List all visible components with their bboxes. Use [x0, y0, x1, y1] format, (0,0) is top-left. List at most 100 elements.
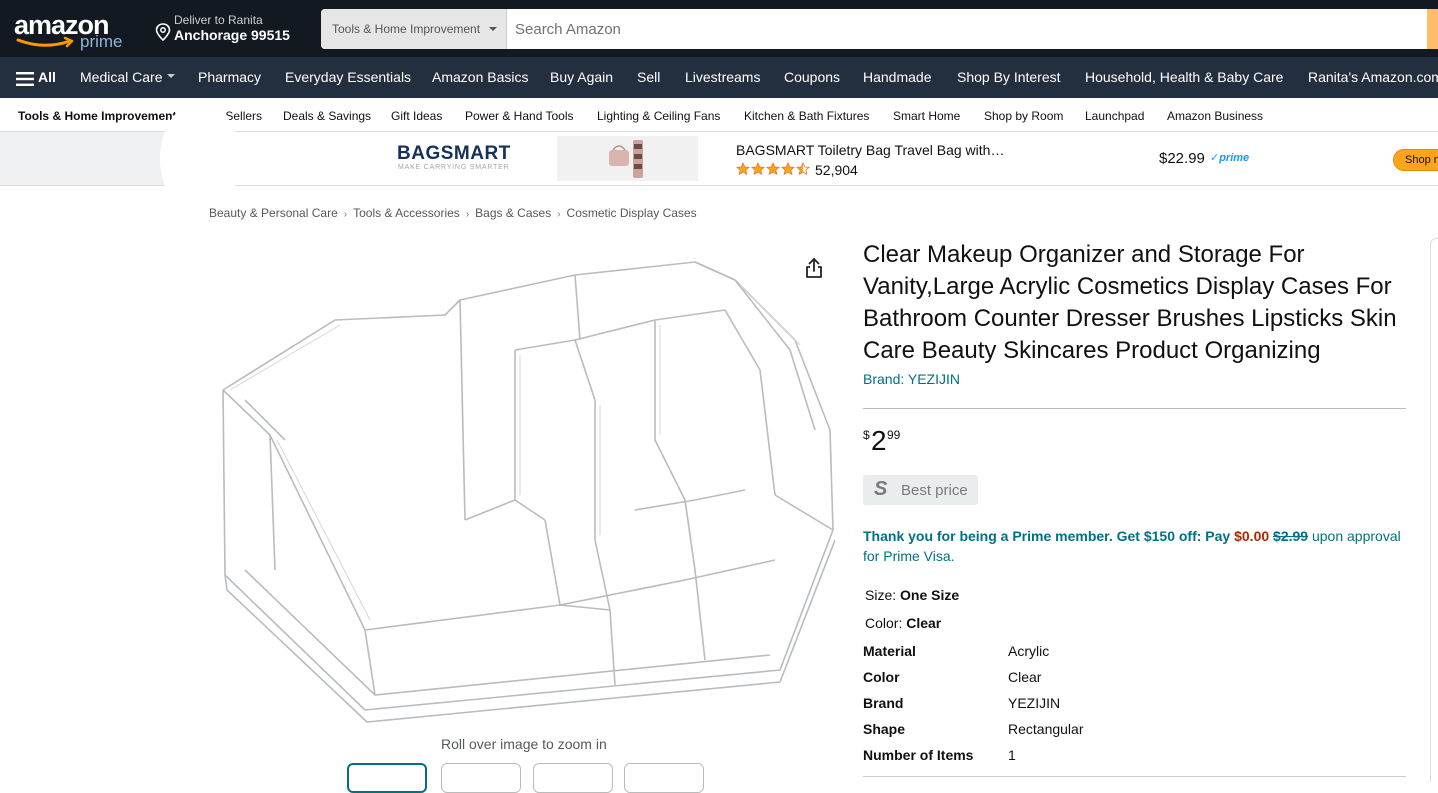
- ad-price: $22.99: [1159, 150, 1205, 167]
- promo-pay-amount: $0.00: [1234, 528, 1270, 544]
- smile-arrow-icon: [16, 36, 74, 48]
- breadcrumb-link[interactable]: Bags & Cases: [475, 206, 551, 220]
- main-product-image[interactable]: [215, 240, 836, 725]
- search-department-label: Tools & Home Improvement: [332, 22, 481, 36]
- toiletry-bag-image: [609, 140, 643, 178]
- chevron-right-icon: ›: [465, 209, 470, 220]
- price-fraction: 99: [887, 428, 901, 442]
- star-rating-icon: [736, 162, 810, 176]
- deliver-to-name: Deliver to Ranita: [174, 13, 263, 27]
- share-icon[interactable]: [804, 257, 824, 279]
- zoom-hint: Roll over image to zoom in: [441, 736, 607, 752]
- nav-item-pharmacy[interactable]: Pharmacy: [198, 69, 261, 85]
- deliver-to-location: Anchorage 99515: [174, 27, 290, 43]
- spec-label: Number of Items: [863, 747, 974, 763]
- nav-item-medical-care[interactable]: Medical Care: [80, 69, 176, 85]
- search-button[interactable]: [1427, 9, 1438, 49]
- deliver-to[interactable]: Deliver to Ranita Anchorage 99515: [155, 13, 305, 45]
- subnav-shop-by-room[interactable]: Shop by Room: [984, 109, 1063, 123]
- nav-item-everyday-essentials[interactable]: Everyday Essentials: [285, 69, 411, 85]
- subnav-deals[interactable]: Deals & Savings: [283, 109, 371, 123]
- ad-product-title[interactable]: BAGSMART Toiletry Bag Travel Bag with…: [736, 142, 1004, 158]
- image-thumbnail[interactable]: [624, 763, 704, 793]
- divider: [863, 408, 1406, 409]
- divider: [863, 776, 1406, 777]
- prime-badge-icon: ✓prime: [1210, 152, 1250, 164]
- nav-item-label: Medical Care: [80, 69, 163, 85]
- breadcrumb-link[interactable]: Tools & Accessories: [353, 206, 460, 220]
- brand-link[interactable]: Brand: YEZIJIN: [863, 371, 960, 387]
- spec-value: Acrylic: [1008, 643, 1050, 659]
- price-whole: 2: [871, 425, 887, 456]
- size-value: One Size: [900, 587, 960, 603]
- spec-value: YEZIJIN: [1008, 695, 1061, 711]
- nav-item-amazon-basics[interactable]: Amazon Basics: [432, 69, 528, 85]
- logo-prime-text: prime: [80, 32, 123, 51]
- color-value: Clear: [906, 615, 942, 631]
- subnav-power-tools[interactable]: Power & Hand Tools: [465, 109, 574, 123]
- nav-item-shop-by-interest[interactable]: Shop By Interest: [957, 69, 1061, 85]
- acrylic-organizer-image: [222, 261, 836, 723]
- sponsored-ad-banner[interactable]: BAGSMART MAKE CARRYING SMARTER BAGSMART …: [0, 102, 1438, 215]
- hamburger-menu-icon[interactable]: [16, 72, 34, 86]
- amazon-prime-logo[interactable]: amazon prime: [14, 10, 132, 52]
- subnav-gift-ideas[interactable]: Gift Ideas: [391, 109, 442, 123]
- main-nav: All Medical Care Pharmacy Everyday Essen…: [0, 57, 1438, 98]
- spec-label: Brand: [863, 695, 904, 711]
- size-selector: Size: One Size: [865, 587, 959, 603]
- nav-item-handmade[interactable]: Handmade: [863, 69, 932, 85]
- spec-value: Clear: [1008, 669, 1042, 685]
- subnav-kitchen-bath[interactable]: Kitchen & Bath Fixtures: [744, 109, 869, 123]
- spec-label: Material: [863, 643, 916, 659]
- image-thumbnail[interactable]: [347, 763, 427, 793]
- ad-rating-count[interactable]: 52,904: [815, 162, 858, 178]
- nav-item-coupons[interactable]: Coupons: [784, 69, 840, 85]
- best-price-s-icon: S: [874, 478, 888, 500]
- caret-down-icon: [167, 74, 176, 79]
- subnav-lighting[interactable]: Lighting & Ceiling Fans: [597, 109, 720, 123]
- size-label: Size:: [865, 587, 901, 603]
- ad-background-curve: [160, 102, 240, 215]
- search-input[interactable]: [507, 9, 1427, 49]
- subnav-launchpad[interactable]: Launchpad: [1085, 109, 1144, 123]
- ad-background-shape: [0, 132, 180, 185]
- buy-box-edge: [1430, 238, 1438, 782]
- product-title: Clear Makeup Organizer and Storage For V…: [863, 241, 1397, 364]
- breadcrumb-link[interactable]: Cosmetic Display Cases: [567, 206, 697, 220]
- subnav-tools-home[interactable]: Tools & Home Improvement: [18, 109, 176, 123]
- image-thumbnail[interactable]: [441, 763, 521, 793]
- ad-star-rating[interactable]: [736, 162, 812, 181]
- nav-item-buy-again[interactable]: Buy Again: [550, 69, 613, 85]
- nav-all-button[interactable]: All: [38, 69, 56, 85]
- top-header: amazon prime Deliver to Ranita Anchorage…: [0, 0, 1438, 57]
- ad-brand-logo[interactable]: BAGSMART: [397, 143, 511, 165]
- color-selector: Color: Clear: [865, 615, 941, 631]
- promo-original-price: $2.99: [1273, 528, 1309, 544]
- ad-product-image[interactable]: [557, 136, 698, 181]
- best-price-label: Best price: [901, 482, 968, 499]
- spec-value: 1: [1008, 747, 1016, 763]
- nav-item-household[interactable]: Household, Health & Baby Care: [1085, 69, 1283, 85]
- search-bar: Tools & Home Improvement: [321, 9, 1438, 49]
- prime-visa-promo[interactable]: Thank you for being a Prime member. Get …: [863, 526, 1411, 566]
- chevron-right-icon: ›: [343, 209, 348, 220]
- nav-item-livestreams[interactable]: Livestreams: [685, 69, 760, 85]
- image-thumbnail[interactable]: [533, 763, 613, 793]
- breadcrumb-link[interactable]: Beauty & Personal Care: [209, 206, 338, 220]
- subnav-amazon-business[interactable]: Amazon Business: [1167, 109, 1263, 123]
- ad-shop-now-button[interactable]: Shop now: [1393, 149, 1438, 171]
- nav-item-sell[interactable]: Sell: [637, 69, 660, 85]
- spec-value: Rectangular: [1008, 721, 1084, 737]
- subnav-smart-home[interactable]: Smart Home: [893, 109, 960, 123]
- promo-text: Thank you for being a Prime member. Get …: [863, 528, 1235, 544]
- spec-label: Shape: [863, 721, 906, 737]
- search-department-select[interactable]: Tools & Home Improvement: [321, 9, 507, 49]
- location-pin-icon: [155, 23, 171, 41]
- color-label: Color:: [865, 615, 907, 631]
- price-symbol: $: [863, 428, 870, 442]
- chevron-right-icon: ›: [557, 209, 561, 220]
- ad-brand-tagline: MAKE CARRYING SMARTER: [398, 164, 510, 171]
- nav-item-ranitas-amazon[interactable]: Ranita's Amazon.com: [1308, 69, 1438, 85]
- breadcrumb: Beauty & Personal Care › Tools & Accessori…: [209, 206, 697, 220]
- spec-label: Color: [863, 669, 900, 685]
